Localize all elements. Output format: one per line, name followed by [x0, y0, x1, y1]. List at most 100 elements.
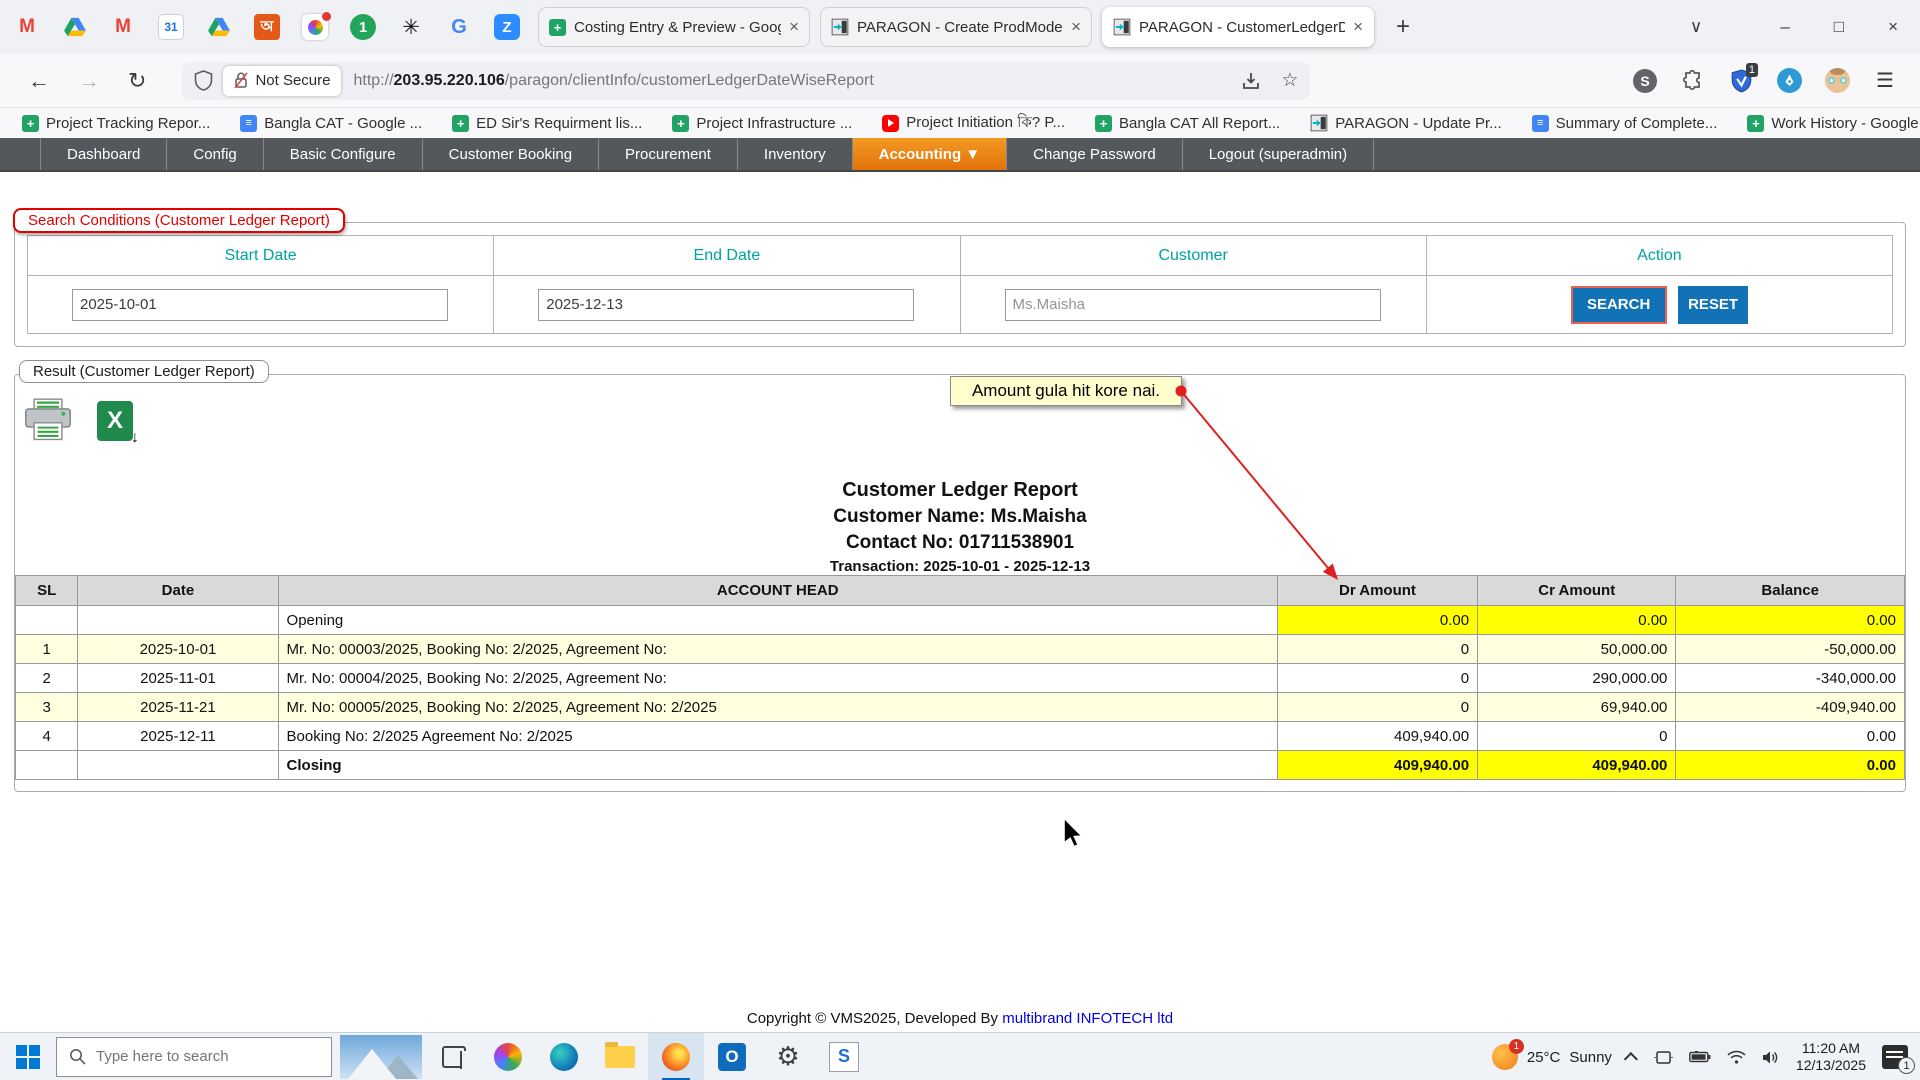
address-bar[interactable]: Not Secure http://203.95.220.106/paragon…: [182, 62, 1310, 100]
task-view-icon[interactable]: [442, 1046, 466, 1068]
volume-icon[interactable]: [1762, 1050, 1780, 1065]
taskbar-search-input[interactable]: [96, 1048, 296, 1065]
notification-center-icon[interactable]: 1: [1882, 1045, 1908, 1069]
cell-sl: 1: [16, 635, 78, 664]
taskbar-search[interactable]: [56, 1037, 332, 1077]
nav-item-procurement[interactable]: Procurement: [599, 138, 738, 170]
bookmark-star-icon[interactable]: ☆: [1281, 69, 1298, 92]
cast-device-icon[interactable]: [1654, 1049, 1673, 1066]
tab-costing-entry[interactable]: + Costing Entry & Preview - Goog ×: [538, 7, 810, 47]
google-drive-pinned-tab-icon-2[interactable]: [206, 14, 232, 40]
tab-label: Costing Entry & Preview - Goog: [574, 19, 781, 36]
column-header-customer: Customer: [960, 236, 1426, 276]
adblock-shield-icon[interactable]: 1: [1728, 68, 1754, 94]
forward-button[interactable]: →: [78, 68, 100, 94]
firefox-icon[interactable]: [648, 1033, 704, 1080]
bookmark-label: Bangla CAT - Google ...: [264, 115, 422, 132]
tray-overflow-chevron-icon[interactable]: [1624, 1052, 1638, 1066]
tab-close-icon[interactable]: ×: [789, 17, 799, 37]
cell-cr: 409,940.00: [1478, 751, 1676, 780]
google-calendar-pinned-tab-icon[interactable]: 31: [158, 14, 184, 40]
nav-item-change-password[interactable]: Change Password: [1007, 138, 1183, 170]
outlook-icon[interactable]: O: [704, 1033, 760, 1080]
minimize-button[interactable]: –: [1780, 17, 1789, 37]
print-icon[interactable]: [23, 397, 73, 443]
list-tabs-icon[interactable]: ∨: [1690, 17, 1702, 37]
nav-item-dashboard[interactable]: Dashboard: [40, 138, 167, 170]
search-conditions-panel: Search Conditions (Customer Ledger Repor…: [14, 222, 1906, 347]
tracking-shield-icon[interactable]: [194, 70, 213, 91]
app-menu-icon[interactable]: ☰: [1872, 68, 1898, 94]
start-date-input[interactable]: [72, 289, 448, 321]
clock-date: 12/13/2025: [1796, 1057, 1866, 1074]
start-button[interactable]: [16, 1045, 40, 1069]
settings-gear-icon[interactable]: ⚙: [760, 1033, 816, 1080]
security-chip[interactable]: Not Secure: [223, 66, 341, 96]
report-customer-name: Customer Name: Ms.Maisha: [15, 504, 1905, 530]
col-account-head: ACCOUNT HEAD: [278, 576, 1277, 606]
photos-app-pinned-tab-icon[interactable]: [302, 14, 328, 40]
reset-button[interactable]: RESET: [1678, 286, 1748, 324]
bookmark-ed-sir-requirment[interactable]: +ED Sir's Requirment lis...: [452, 115, 642, 132]
pen-extension-icon[interactable]: [1776, 68, 1802, 94]
column-header-end-date: End Date: [494, 236, 960, 276]
sheets-icon: +: [1747, 115, 1764, 132]
paragon-icon: [1310, 114, 1328, 132]
developer-link[interactable]: multibrand INFOTECH ltd: [1002, 1010, 1173, 1027]
end-date-input[interactable]: [538, 289, 914, 321]
tab-close-icon[interactable]: ×: [1071, 17, 1081, 37]
google-pinned-tab-icon[interactable]: G: [446, 14, 472, 40]
s-app-icon[interactable]: S: [816, 1033, 872, 1080]
extension-badge: 1: [1746, 63, 1758, 77]
gmail-pinned-tab-icon[interactable]: M: [14, 14, 40, 40]
edge-icon[interactable]: [536, 1033, 592, 1080]
copilot-icon[interactable]: [480, 1033, 536, 1080]
extensions-puzzle-icon[interactable]: [1680, 68, 1706, 94]
nav-item-config[interactable]: Config: [167, 138, 263, 170]
news-widget-thumbnail[interactable]: [340, 1035, 422, 1079]
tab-close-icon[interactable]: ×: [1353, 17, 1363, 37]
page-content: Search Conditions (Customer Ledger Repor…: [0, 172, 1920, 1032]
gmail-pinned-tab-icon-2[interactable]: M: [110, 14, 136, 40]
bookmark-bangla-cat-all-report[interactable]: +Bangla CAT All Report...: [1095, 115, 1280, 132]
nav-item-basic-configure[interactable]: Basic Configure: [264, 138, 423, 170]
taskbar-clock[interactable]: 11:20 AM 12/13/2025: [1796, 1040, 1866, 1074]
bookmark-summary-complete[interactable]: ≡Summary of Complete...: [1532, 115, 1718, 132]
bookmark-project-initiation[interactable]: Project Initiation কি? P...: [882, 111, 1065, 136]
wifi-icon[interactable]: [1727, 1050, 1746, 1064]
browser-tab-strip: M M 31 অ 1 ✳ G Z + Costing Entry & Previ…: [0, 0, 1920, 54]
tab-paragon-customer-ledger[interactable]: PARAGON - CustomerLedgerDa ×: [1102, 7, 1374, 47]
nav-item-logout[interactable]: Logout (superadmin): [1183, 138, 1374, 170]
nav-item-accounting[interactable]: Accounting ▼: [853, 138, 1008, 170]
green-notes-pinned-tab-icon[interactable]: 1: [350, 14, 376, 40]
app-navbar: Dashboard Config Basic Configure Custome…: [0, 138, 1920, 172]
nav-item-customer-booking[interactable]: Customer Booking: [423, 138, 599, 170]
nav-item-inventory[interactable]: Inventory: [738, 138, 853, 170]
new-tab-button[interactable]: +: [1396, 13, 1410, 41]
maximize-button[interactable]: □: [1834, 17, 1844, 37]
battery-icon[interactable]: [1689, 1051, 1711, 1063]
bookmark-project-infrastructure[interactable]: +Project Infrastructure ...: [672, 115, 852, 132]
customer-input[interactable]: [1005, 289, 1381, 321]
reload-button[interactable]: ↻: [128, 68, 146, 94]
search-button[interactable]: SEARCH: [1571, 286, 1667, 324]
bookmark-paragon-update[interactable]: PARAGON - Update Pr...: [1310, 114, 1501, 132]
google-drive-pinned-tab-icon[interactable]: [62, 14, 88, 40]
bookmark-bangla-cat[interactable]: ≡Bangla CAT - Google ...: [240, 115, 422, 132]
cell-sl: [16, 606, 78, 635]
account-avatar[interactable]: [1824, 68, 1850, 94]
sheets-icon: +: [672, 115, 689, 132]
close-window-button[interactable]: ×: [1888, 17, 1898, 37]
bangla-app-pinned-tab-icon[interactable]: অ: [254, 14, 280, 40]
weather-widget[interactable]: 1 25°C Sunny: [1492, 1044, 1612, 1070]
bookmark-project-tracking[interactable]: +Project Tracking Repor...: [22, 115, 210, 132]
bookmark-work-history[interactable]: +Work History - Google...: [1747, 115, 1920, 132]
chatgpt-pinned-tab-icon[interactable]: ✳: [398, 14, 424, 40]
s-extension-icon[interactable]: S: [1632, 68, 1658, 94]
file-explorer-icon[interactable]: [592, 1033, 648, 1080]
zoom-pinned-tab-icon[interactable]: Z: [494, 14, 520, 40]
excel-export-icon[interactable]: X ↓: [97, 401, 137, 445]
downloads-icon[interactable]: [1241, 71, 1261, 91]
tab-paragon-create-prodmodels[interactable]: PARAGON - Create ProdModels ×: [820, 7, 1092, 47]
back-button[interactable]: ←: [28, 68, 50, 94]
